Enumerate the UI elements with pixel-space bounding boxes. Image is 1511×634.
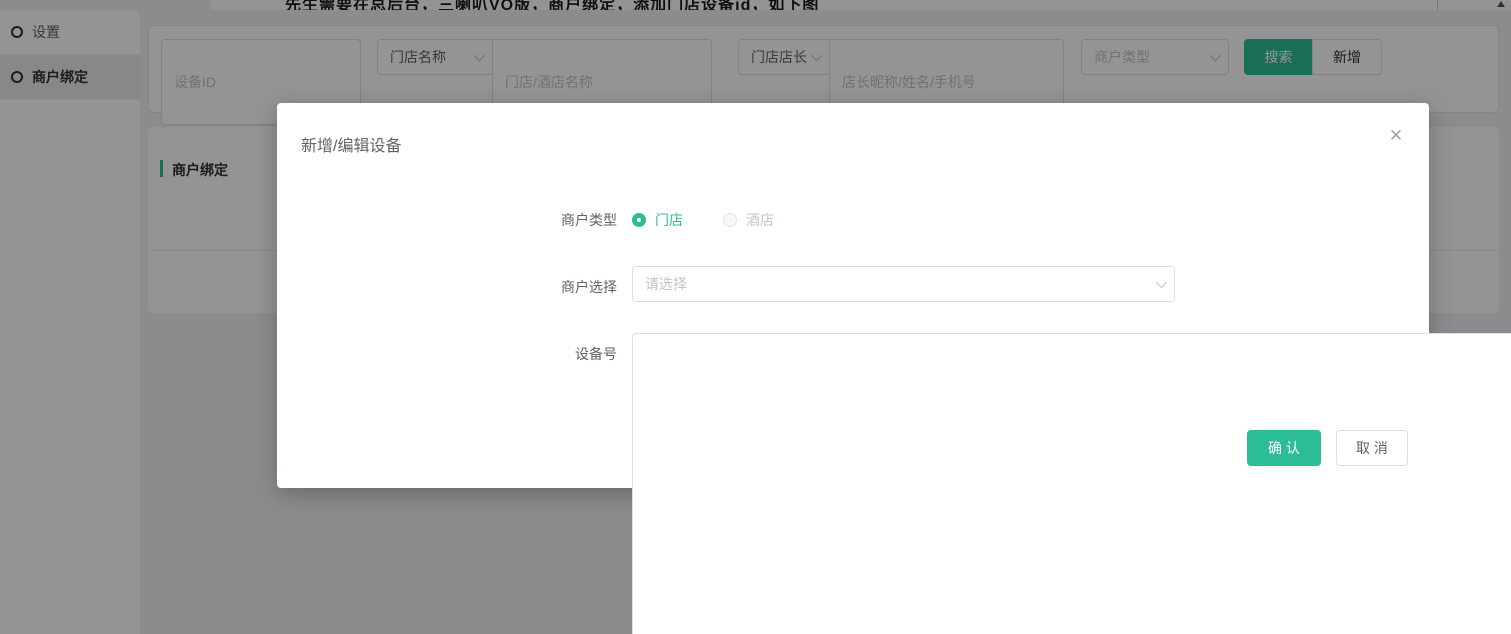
radio-label: 门店: [655, 212, 683, 228]
radio-hotel[interactable]: 酒店: [723, 210, 774, 230]
select-placeholder: 请选择: [645, 276, 687, 292]
device-number-input[interactable]: [632, 333, 1511, 634]
merchant-select[interactable]: 请选择: [632, 266, 1175, 302]
radio-label: 酒店: [746, 212, 774, 228]
radio-selected-icon: [632, 213, 646, 227]
confirm-button[interactable]: 确 认: [1247, 430, 1321, 466]
merchant-type-radio-group: 门店 酒店: [632, 210, 1175, 230]
radio-store[interactable]: 门店: [632, 210, 683, 230]
modal-title: 新增/编辑设备: [301, 138, 402, 155]
device-number-label: 设备号: [575, 346, 617, 362]
merchant-type-label: 商户类型: [561, 212, 617, 228]
close-icon[interactable]: ✕: [1385, 125, 1407, 147]
add-edit-device-modal: 新增/编辑设备 ✕ 商户类型 门店 酒店 商户选择 请选择 设备号 确 认 取 …: [277, 103, 1511, 634]
merchant-select-label: 商户选择: [561, 279, 617, 295]
radio-unselected-icon: [723, 213, 737, 227]
chevron-down-icon: [1155, 276, 1168, 289]
cancel-button[interactable]: 取 消: [1336, 430, 1408, 466]
